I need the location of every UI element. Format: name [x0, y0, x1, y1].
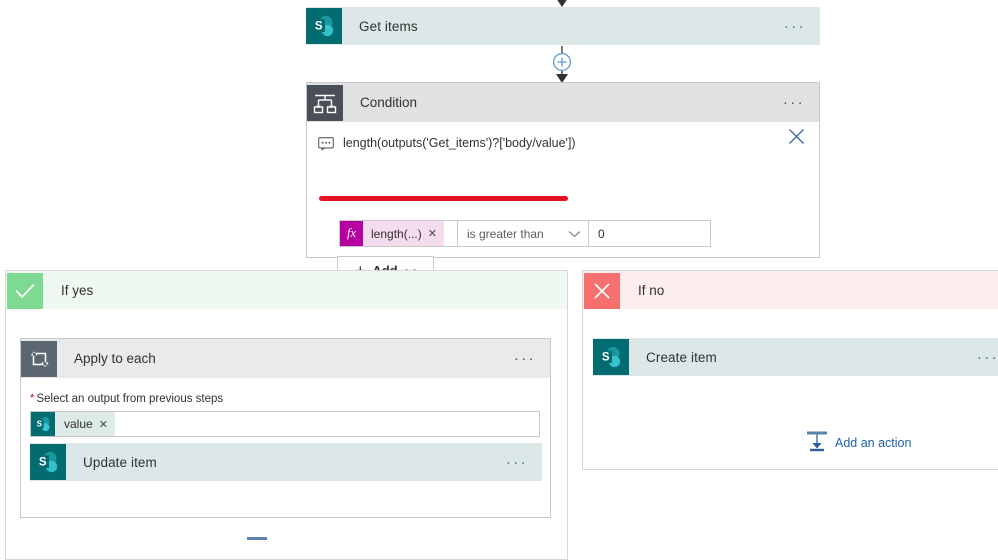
condition-branch-icon-glyph — [307, 84, 343, 121]
condition-operator-value: is greater than — [467, 226, 544, 241]
condition-expression-row: length(outputs('Get_items')?['body/value… — [307, 122, 819, 154]
branch-title: If no — [638, 282, 665, 298]
condition-card-body: length(outputs('Get_items')?['body/value… — [307, 122, 819, 284]
more-options-button[interactable]: ··· — [784, 19, 820, 34]
add-an-action-button[interactable]: Add an action — [806, 430, 911, 455]
condition-left-operand-field[interactable]: fx length(...) ✕ — [339, 220, 458, 247]
more-options-button[interactable]: ··· — [506, 455, 542, 470]
apply-to-each-output-picker[interactable]: S value ✕ — [30, 411, 540, 437]
branch-header-if-no: If no — [583, 271, 998, 309]
more-options-button[interactable]: ··· — [977, 350, 998, 365]
fx-icon: fx — [340, 221, 363, 246]
action-card-apply-to-each[interactable]: Apply to each ··· * Select an output from… — [20, 338, 551, 518]
branch-if-yes: If yes Apply to each ··· * Select an out… — [5, 270, 568, 560]
connector-insert-node[interactable] — [548, 46, 576, 84]
action-card-create-item[interactable]: S Create item ··· — [593, 338, 998, 376]
add-action-icon — [806, 430, 828, 455]
condition-operator-select[interactable]: is greater than — [458, 220, 589, 247]
svg-text:S: S — [602, 351, 610, 363]
sharepoint-icon: S — [30, 444, 66, 480]
sharepoint-icon: S — [31, 412, 55, 436]
condition-right-operand-field[interactable]: 0 — [589, 220, 711, 247]
card-title: Update item — [83, 454, 157, 470]
comment-icon — [318, 137, 334, 154]
expression-token[interactable]: fx length(...) ✕ — [340, 221, 444, 246]
condition-branch-icon — [307, 84, 343, 121]
action-card-update-item[interactable]: S Update item ··· — [30, 443, 542, 481]
more-options-button[interactable]: ··· — [783, 95, 819, 110]
apply-to-each-header[interactable]: Apply to each ··· — [21, 339, 550, 378]
branch-title: If yes — [61, 282, 94, 298]
validation-error-bar — [319, 196, 568, 201]
checkmark-icon — [7, 272, 43, 309]
condition-right-operand-value: 0 — [598, 226, 605, 241]
expression-token-label: length(...) — [371, 226, 422, 241]
sharepoint-icon-glyph: S — [30, 444, 66, 480]
action-card-get-items[interactable]: S Get items ··· — [306, 7, 820, 45]
more-options-button[interactable]: ··· — [514, 351, 550, 366]
svg-text:S: S — [37, 419, 43, 428]
loop-icon-glyph — [21, 340, 57, 377]
svg-text:S: S — [315, 20, 323, 32]
required-marker: * — [30, 393, 35, 405]
branch-header-if-yes: If yes — [6, 271, 567, 309]
condition-expression-text: length(outputs('Get_items')?['body/value… — [343, 136, 576, 150]
close-icon[interactable] — [786, 126, 807, 150]
dynamic-content-token[interactable]: S value ✕ — [31, 412, 115, 436]
chevron-down-icon — [568, 227, 581, 241]
sharepoint-icon: S — [593, 339, 629, 375]
close-icon — [584, 272, 620, 309]
card-title: Apply to each — [74, 351, 156, 366]
remove-token-icon[interactable]: ✕ — [422, 227, 437, 240]
svg-text:S: S — [39, 456, 47, 468]
card-title: Create item — [646, 349, 717, 365]
sharepoint-icon-glyph: S — [306, 8, 342, 44]
apply-to-each-field-label: * Select an output from previous steps — [21, 378, 550, 405]
add-an-action-label: Add an action — [835, 435, 912, 450]
add-action-icon[interactable] — [246, 537, 268, 559]
loop-icon — [21, 340, 57, 377]
sharepoint-icon-glyph: S — [593, 339, 629, 375]
token-label: value — [64, 417, 93, 431]
condition-row-controls: fx length(...) ✕ is greater than 0 — [339, 220, 711, 247]
flow-designer-canvas: S Get items ··· Condition ··· length(out… — [0, 0, 998, 560]
card-title: Get items — [359, 18, 418, 34]
sharepoint-icon: S — [306, 8, 342, 44]
condition-card-header[interactable]: Condition ··· — [307, 83, 819, 122]
condition-card[interactable]: Condition ··· length(outputs('Get_items'… — [306, 82, 820, 284]
remove-token-icon[interactable]: ✕ — [93, 418, 108, 431]
card-title: Condition — [360, 95, 418, 110]
field-label-text: Select an output from previous steps — [36, 393, 224, 405]
